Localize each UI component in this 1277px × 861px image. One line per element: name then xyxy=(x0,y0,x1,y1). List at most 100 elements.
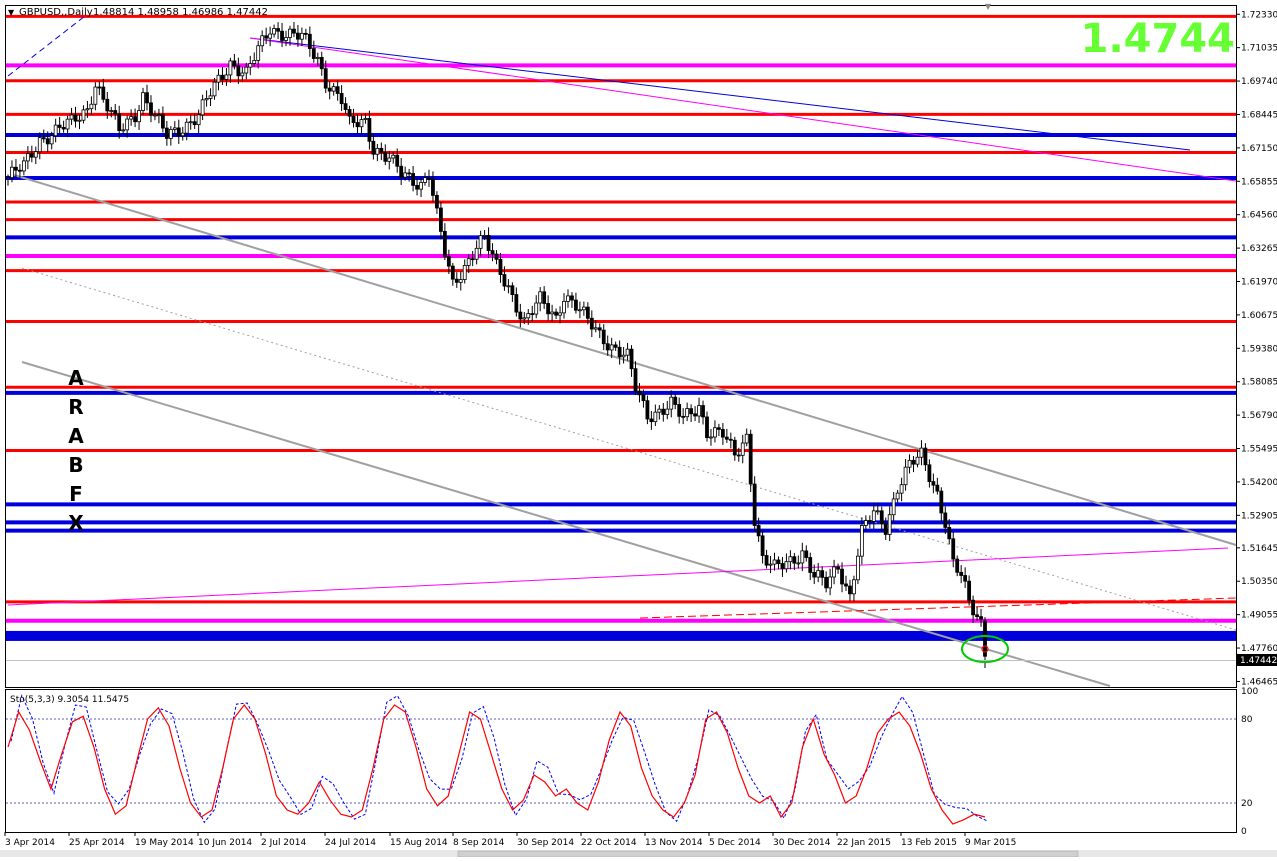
candle-body xyxy=(18,169,22,172)
candle-body xyxy=(617,346,622,358)
candle-body xyxy=(375,147,380,155)
candle-body xyxy=(228,60,233,76)
candle-body xyxy=(800,550,805,564)
candle-body xyxy=(57,124,62,128)
candle-body xyxy=(351,115,356,123)
candle-body xyxy=(744,433,749,444)
candle-body xyxy=(315,57,320,59)
chart-canvas[interactable]: 1.72330 1.71035 1.69740 1.68445 1.67150 1.658… xyxy=(0,0,1277,858)
candle-body xyxy=(633,368,638,392)
candle-body xyxy=(784,561,789,570)
candle-body xyxy=(637,390,642,396)
candle-body xyxy=(184,121,189,134)
candle-body xyxy=(490,250,495,255)
collapse-arrow-icon[interactable]: ▼ xyxy=(985,2,992,11)
price-tick-label: 1.50350 xyxy=(1241,577,1277,587)
candle-body xyxy=(923,447,928,466)
candle-body xyxy=(697,405,701,417)
level-band-blue xyxy=(6,630,1236,641)
candle-body xyxy=(593,327,598,330)
candle-body xyxy=(522,317,527,320)
candle-body xyxy=(387,157,392,162)
candle-body xyxy=(256,45,261,61)
price-tick-label: 1.52905 xyxy=(1241,511,1277,521)
candle-body xyxy=(840,568,844,585)
candle-body xyxy=(979,616,983,620)
candle-body xyxy=(867,520,872,522)
candle-body xyxy=(597,327,602,331)
current-price-label: 1.47442 xyxy=(1240,656,1277,666)
time-tick-label: 13 Feb 2015 xyxy=(901,838,957,848)
candle-body xyxy=(65,118,70,130)
candle-body xyxy=(852,579,856,595)
candle-body xyxy=(836,566,840,570)
candle-body xyxy=(240,72,245,77)
candle-body xyxy=(6,177,10,179)
candle-body xyxy=(661,408,666,415)
candle-body xyxy=(915,456,920,465)
sto-tick-label: 100 xyxy=(1241,687,1258,697)
candle-body xyxy=(645,400,650,420)
price-tick-label: 1.47760 xyxy=(1241,644,1277,654)
price-tick-label: 1.68445 xyxy=(1241,110,1277,120)
candle-body xyxy=(129,116,134,120)
candle-body xyxy=(832,566,836,578)
candle-body xyxy=(276,28,280,32)
candle-body xyxy=(411,173,415,186)
candle-body xyxy=(97,86,102,89)
candle-body xyxy=(760,535,765,556)
candle-body xyxy=(720,429,725,438)
candle-body xyxy=(371,140,376,155)
candle-body xyxy=(53,124,58,137)
candle-body xyxy=(566,295,570,302)
candle-body xyxy=(629,348,634,370)
candle-body xyxy=(848,585,852,595)
candle-body xyxy=(955,558,960,573)
candle-body xyxy=(689,408,694,415)
candle-body xyxy=(641,394,646,402)
candle-body xyxy=(280,30,284,41)
chart-dropdown-icon[interactable]: ▼ xyxy=(8,8,15,17)
sto-tick-label: 0 xyxy=(1241,827,1247,837)
candle-body xyxy=(232,60,237,67)
candle-body xyxy=(605,343,610,351)
candle-body xyxy=(49,135,54,145)
candle-body xyxy=(168,129,173,139)
candle-body xyxy=(395,154,400,167)
candle-body xyxy=(816,570,821,578)
candle-body xyxy=(939,490,944,514)
candle-body xyxy=(383,152,388,162)
candle-body xyxy=(820,570,825,578)
candle-body xyxy=(780,563,785,570)
watermark-letter: A xyxy=(68,366,84,390)
candle-body xyxy=(498,258,503,275)
candle-body xyxy=(10,166,14,178)
candle-body xyxy=(69,114,74,120)
candle-body xyxy=(506,285,511,288)
candle-body xyxy=(776,559,781,564)
candle-body xyxy=(331,86,336,92)
candle-body xyxy=(526,313,531,319)
candle-body xyxy=(415,184,419,190)
horizontal-scrollbar[interactable] xyxy=(457,850,1079,858)
candle-body xyxy=(804,550,809,558)
price-tick-label: 1.63265 xyxy=(1241,244,1277,254)
stochastic-title: Sto(5,3,3) 9.3054 11.5475 xyxy=(10,695,129,705)
candle-body xyxy=(613,344,618,348)
candle-body xyxy=(160,114,165,129)
candle-body xyxy=(407,172,412,175)
candle-body xyxy=(709,436,713,439)
candle-body xyxy=(653,411,658,423)
candle-body xyxy=(752,483,757,526)
candle-body xyxy=(157,114,161,117)
candle-body xyxy=(149,102,153,116)
candle-body xyxy=(399,165,404,178)
candle-body xyxy=(435,194,439,209)
candle-body xyxy=(303,32,308,35)
candle-body xyxy=(208,95,213,99)
candle-body xyxy=(963,575,968,582)
time-tick-label: 22 Jan 2015 xyxy=(837,838,891,848)
candle-body xyxy=(442,230,447,257)
price-axis: 1.72330 1.71035 1.69740 1.68445 1.67150 1.658… xyxy=(1236,10,1277,687)
time-tick-label: 22 Oct 2014 xyxy=(581,838,637,848)
